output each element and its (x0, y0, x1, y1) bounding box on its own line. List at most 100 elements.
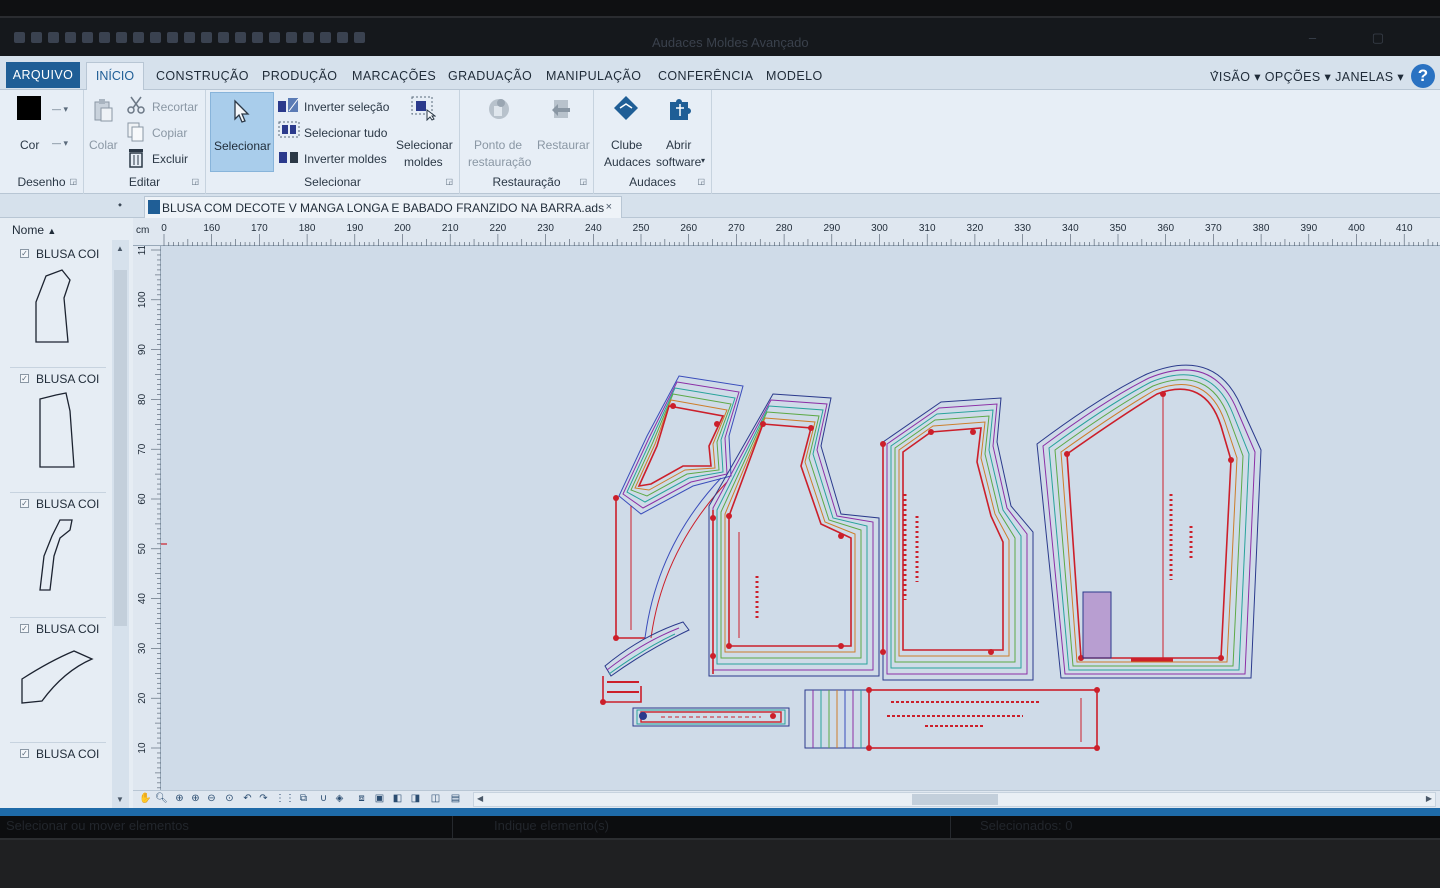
paste-icon[interactable] (92, 98, 114, 122)
restauracao-launcher-icon[interactable]: ◲ (579, 177, 587, 186)
restaurar-label[interactable]: Restaurar (537, 138, 590, 152)
piece-icon[interactable]: ◧ (391, 793, 404, 805)
invert-patterns-icon[interactable] (277, 148, 301, 166)
name-column-header[interactable]: Nome ▲ (12, 223, 56, 237)
ruler-tick-label: 10 (137, 742, 148, 754)
hscroll-thumb[interactable] (912, 794, 998, 805)
checkbox[interactable]: ✓ (20, 749, 29, 758)
drawing-area: cm 0 160 170 180 190 200 210 220 230 240 250 260 270… (133, 218, 1440, 790)
clube-label-1[interactable]: Clube (611, 138, 642, 152)
select-all-icon[interactable] (277, 120, 301, 140)
list-item[interactable]: ✓ BLUSA COI (10, 494, 106, 618)
scroll-down-icon[interactable]: ▼ (116, 795, 124, 804)
restore-point-icon[interactable] (486, 96, 512, 122)
zoom-all-icon[interactable]: ⊙ (223, 793, 236, 805)
list-item[interactable]: ✓ BLUSA COI (10, 244, 106, 368)
line-style-dropdown[interactable]: — ▾ (52, 104, 68, 115)
tab-conferencia[interactable]: CONFERÊNCIA (658, 69, 753, 83)
copiar-label[interactable]: Copiar (152, 126, 187, 140)
clube-label-2[interactable]: Audaces (604, 155, 651, 169)
excluir-label[interactable]: Excluir (152, 152, 188, 166)
zoom-window-icon[interactable]: ⊕ (189, 793, 202, 805)
editar-launcher-icon[interactable]: ◲ (191, 177, 199, 186)
zoom-icon[interactable]: 🔍︎ (155, 793, 168, 805)
tab-marcacoes[interactable]: MARCAÇÕES (352, 69, 436, 83)
restore-icon[interactable] (548, 96, 576, 122)
quick-access-toolbar[interactable] (14, 32, 365, 43)
list-item[interactable]: ✓ BLUSA COI (10, 619, 106, 743)
layer-icon[interactable]: ⧈ (355, 793, 368, 805)
scroll-up-icon[interactable]: ▲ (116, 244, 124, 253)
checkbox[interactable]: ✓ (20, 624, 29, 633)
selecionar-tudo-label[interactable]: Selecionar tudo (304, 126, 387, 140)
zoom-out-icon[interactable]: ⊖ (205, 793, 218, 805)
selecionar-moldes-label-1[interactable]: Selecionar (396, 138, 453, 152)
inverter-selecao-label[interactable]: Inverter seleção (304, 100, 389, 114)
shield-icon[interactable]: ◈ (333, 793, 346, 805)
ponto-label-2[interactable]: restauração (468, 155, 531, 169)
pattern-canvas[interactable] (161, 218, 1440, 790)
pattern-list[interactable]: ✓ BLUSA COI ✓ BLUSA COI ✓ BLUSA COI ✓ BL… (0, 244, 112, 808)
scissors-icon[interactable] (126, 95, 146, 115)
measure-icon[interactable]: ◫ (429, 793, 442, 805)
magnet-icon[interactable]: ∪ (317, 793, 330, 805)
zoom-in-icon[interactable]: ⊕ (173, 793, 186, 805)
abrir-label-1[interactable]: Abrir (666, 138, 691, 152)
tab-manipulacao[interactable]: MANIPULAÇÃO (546, 69, 641, 83)
line-width-dropdown[interactable]: — ▾ (52, 138, 68, 149)
list-item[interactable]: ✓ BLUSA COI (10, 369, 106, 493)
pan-hand-icon[interactable]: ✋ (139, 793, 152, 805)
tab-graduacao[interactable]: GRADUAÇÃO (448, 69, 532, 83)
ponto-label-1[interactable]: Ponto de (474, 138, 522, 152)
pattern-piece-neck-facing (600, 621, 690, 705)
tab-construcao[interactable]: CONSTRUÇÃO (156, 69, 249, 83)
audaces-launcher-icon[interactable]: ◲ (697, 177, 705, 186)
help-icon[interactable]: ? (1411, 64, 1435, 88)
checkbox[interactable]: ✓ (20, 374, 29, 383)
mirror-icon[interactable]: ◨ (409, 793, 422, 805)
panel-scrollbar[interactable]: ▲ ▼ (112, 240, 129, 808)
selecionar-launcher-icon[interactable]: ◲ (445, 177, 453, 186)
pattern-drawing[interactable] (161, 218, 1440, 790)
scroll-right-icon[interactable]: ▶ (1426, 794, 1432, 803)
delete-icon[interactable] (126, 146, 146, 168)
selecionar-button-label: Selecionar (214, 139, 271, 153)
select-patterns-icon[interactable] (410, 95, 436, 121)
ruler-tick-label: 210 (442, 223, 459, 234)
undo-zoom-icon[interactable]: ↶ (241, 793, 254, 805)
list-item[interactable]: ✓ BLUSA COI (10, 744, 106, 808)
abrir-dropdown-icon[interactable]: ▾ (701, 156, 705, 165)
copy-icon[interactable] (126, 121, 146, 143)
recortar-label[interactable]: Recortar (152, 100, 198, 114)
tab-inicio[interactable]: INÍCIO (86, 62, 144, 91)
document-tab[interactable]: BLUSA COM DECOTE V MANGA LONGA E BABADO … (144, 196, 622, 218)
pattern-icon[interactable]: ▣ (373, 793, 386, 805)
invert-selection-icon[interactable] (277, 96, 301, 114)
puzzle-icon[interactable] (666, 94, 694, 122)
horizontal-scrollbar[interactable]: ◀ ▶ (473, 792, 1436, 807)
tab-arquivo[interactable]: ARQUIVO (6, 62, 80, 88)
select-button[interactable]: Selecionar (210, 92, 274, 172)
pattern-list-panel: Nome ▲ ✓ BLUSA COI ✓ BLUSA COI ✓ BLUSA C… (0, 218, 133, 808)
scroll-left-icon[interactable]: ◀ (477, 794, 483, 803)
tab-producao[interactable]: PRODUÇÃO (262, 69, 337, 83)
bottom-frame (0, 838, 1440, 888)
color-swatch[interactable] (17, 96, 41, 120)
redo-zoom-icon[interactable]: ↷ (257, 793, 270, 805)
desenho-launcher-icon[interactable]: ◲ (69, 177, 77, 186)
scroll-thumb[interactable] (114, 270, 127, 626)
view-options-windows-menu[interactable]: VISÃO ▾ OPÇÕES ▾ JANELAS ▾ (1210, 69, 1404, 84)
abrir-label-2[interactable]: software (656, 155, 701, 169)
inverter-moldes-label[interactable]: Inverter moldes (304, 152, 387, 166)
checkbox[interactable]: ✓ (20, 499, 29, 508)
window-controls[interactable]: – ▢ (1309, 30, 1410, 46)
snap-icon[interactable]: ⧉ (297, 793, 310, 805)
pin-panel-icon[interactable]: ⬩ (118, 199, 122, 212)
selecionar-moldes-label-2[interactable]: moldes (404, 155, 443, 169)
checkbox[interactable]: ✓ (20, 249, 29, 258)
fit-icon[interactable]: ▤ (449, 793, 462, 805)
close-tab-icon[interactable]: × (606, 201, 612, 213)
audaces-club-icon[interactable] (612, 94, 640, 122)
tab-modelo[interactable]: MODELO (766, 69, 823, 83)
grid-icon[interactable]: ⋮⋮ (275, 793, 295, 805)
